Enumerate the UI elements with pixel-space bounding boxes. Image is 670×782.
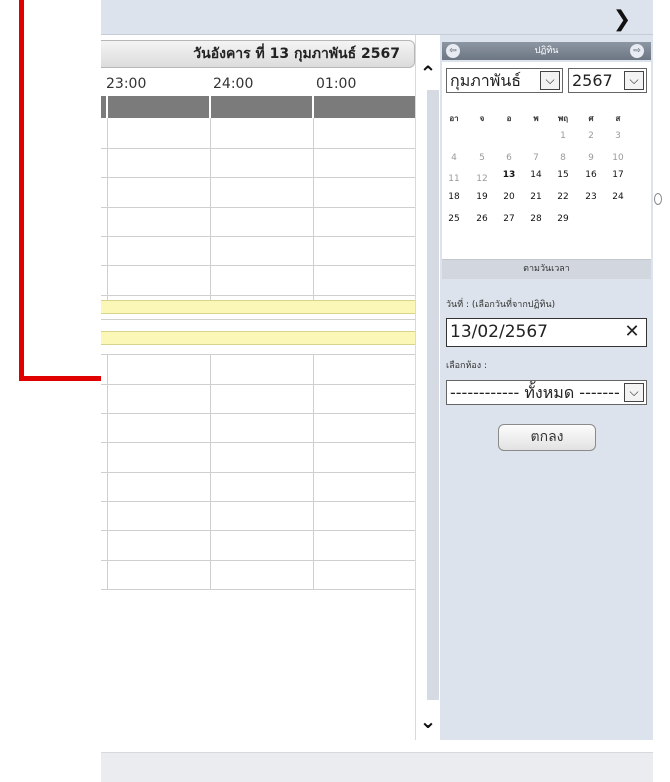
calendar-day[interactable]: 22 (551, 192, 575, 202)
grid-line (210, 118, 211, 300)
column-separator (312, 96, 314, 118)
calendar-day[interactable]: 4 (442, 153, 466, 163)
chevron-right-icon[interactable]: ❯ (608, 9, 636, 32)
grid-row (101, 177, 415, 178)
grid-row (101, 501, 415, 502)
grid-row (101, 530, 415, 531)
month-select-value: กุมภาพันธ์ (450, 71, 522, 90)
calendar-day[interactable]: 7 (524, 153, 548, 163)
weekday-label: อ (506, 114, 512, 123)
calendar-day[interactable]: 16 (579, 170, 603, 180)
bottom-bar (101, 752, 653, 782)
room-select-value: ------------ ทั้งหมด ------- (450, 383, 620, 402)
calendar-footer[interactable]: ตามวันเวลา (442, 259, 651, 279)
chevron-down-icon[interactable]: ⌵ (624, 71, 644, 90)
date-label: วันที่ : (เลือกวันที่จากปฏิทิน) (446, 300, 556, 310)
grid-row (101, 472, 415, 473)
time-label: 24:00 (213, 76, 254, 92)
calendar-day[interactable]: 28 (524, 214, 548, 224)
scrollbar-track[interactable] (427, 90, 439, 700)
chevron-down-icon[interactable]: ⌵ (624, 383, 644, 402)
weekday-label: พ (533, 114, 539, 123)
calendar-day[interactable]: 12 (470, 174, 494, 184)
room-select[interactable]: ------------ ทั้งหมด ------- ⌵ (446, 380, 647, 405)
weekday-label: พฤ (557, 114, 569, 123)
grid-row (101, 265, 415, 266)
annotation-line-vertical (19, 0, 24, 381)
year-select[interactable]: 2567 ⌵ (568, 68, 647, 93)
top-toolbar (101, 0, 653, 35)
calendar-day[interactable]: 11 (442, 174, 466, 184)
calendar-day[interactable]: 18 (442, 192, 466, 202)
calendar-day[interactable]: 5 (470, 153, 494, 163)
calendar-day[interactable]: 25 (442, 214, 466, 224)
schedule-date-header: วันอังคาร ที่ 13 กุมภาพันธ์ 2567 (101, 40, 415, 68)
grid-row (101, 384, 415, 385)
calendar-day[interactable]: 26 (470, 214, 494, 224)
panel-resize-handle[interactable] (654, 193, 662, 205)
arrow-right-icon[interactable]: ⇨ (630, 44, 644, 58)
annotation-line-horizontal (19, 376, 101, 381)
calendar-title: ปฏิทิน (534, 46, 559, 56)
calendar-day[interactable]: 2 (579, 131, 603, 141)
calendar-day[interactable]: 19 (470, 192, 494, 202)
grid-row (101, 319, 415, 320)
date-field[interactable]: 13/02/2567 (446, 318, 647, 347)
chevron-down-icon[interactable]: ⌄ (416, 710, 440, 732)
calendar-day[interactable]: 17 (606, 170, 630, 180)
weekday-label: ศ (588, 114, 594, 123)
weekday-label: อา (449, 114, 459, 123)
grid-row (101, 560, 415, 561)
chevron-down-icon[interactable]: ⌵ (540, 71, 560, 90)
column-separator (209, 96, 211, 118)
calendar-day[interactable]: 29 (551, 214, 575, 224)
grid-row (101, 354, 415, 355)
grid-row (101, 589, 415, 590)
calendar-day[interactable]: 20 (497, 192, 521, 202)
grid-row (101, 207, 415, 208)
room-row-highlight[interactable] (101, 300, 415, 314)
arrow-left-icon[interactable]: ⇦ (446, 44, 460, 58)
calendar-day[interactable]: 9 (579, 153, 603, 163)
ok-button[interactable]: ตกลง (498, 424, 596, 451)
close-icon[interactable]: ✕ (622, 320, 642, 344)
calendar-day-selected[interactable]: 13 (497, 170, 521, 180)
grid-line (313, 118, 314, 300)
time-label: 23:00 (106, 76, 147, 92)
grid-row (101, 413, 415, 414)
room-label: เลือกห้อง : (446, 361, 488, 371)
calendar-day[interactable]: 1 (551, 131, 575, 141)
grid-row (101, 295, 415, 296)
time-label: 01:00 (316, 76, 357, 92)
calendar-day[interactable]: 21 (524, 192, 548, 202)
calendar-day[interactable]: 24 (606, 192, 630, 202)
year-select-value: 2567 (572, 71, 613, 90)
calendar-day[interactable]: 3 (606, 131, 630, 141)
calendar-header: ปฏิทิน (442, 42, 651, 60)
grid-row (101, 442, 415, 443)
calendar-footer-label: ตามวันเวลา (523, 264, 570, 274)
calendar-day[interactable]: 15 (551, 170, 575, 180)
calendar-day[interactable]: 8 (551, 153, 575, 163)
calendar-day[interactable]: 10 (606, 153, 630, 163)
chevron-up-icon[interactable]: ⌃ (416, 62, 440, 84)
calendar-day[interactable]: 14 (524, 170, 548, 180)
grid-line (107, 118, 108, 300)
month-select[interactable]: กุมภาพันธ์ ⌵ (446, 68, 563, 93)
grid-row (101, 236, 415, 237)
calendar-day[interactable]: 23 (579, 192, 603, 202)
date-field-value: 13/02/2567 (450, 322, 548, 342)
calendar-day[interactable]: 6 (497, 153, 521, 163)
weekday-label: ส (615, 114, 621, 123)
weekday-label: จ (479, 114, 485, 123)
room-row-highlight[interactable] (101, 331, 415, 345)
grid-row (101, 148, 415, 149)
column-separator (106, 96, 108, 118)
calendar-day[interactable]: 27 (497, 214, 521, 224)
column-header-bar (101, 96, 415, 118)
